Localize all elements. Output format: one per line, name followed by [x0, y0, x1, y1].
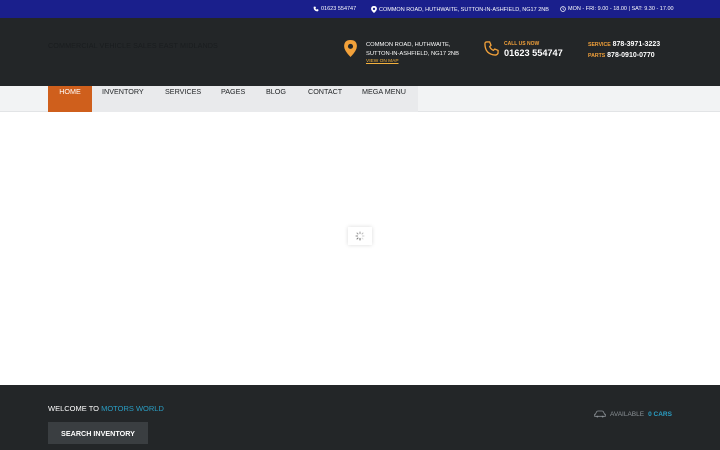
- nav-blog[interactable]: BLOG: [266, 86, 286, 112]
- topbar-address-text: COMMON ROAD, HUTHWAITE, SUTTON-IN-ASHFIE…: [379, 6, 549, 13]
- available-label: AVAILABLE: [610, 410, 645, 418]
- topbar-hours: MON - FRI: 9.00 - 18.00 | SAT: 9.30 - 17…: [560, 6, 674, 12]
- welcome-prefix: WELCOME TO: [48, 404, 99, 413]
- address-line-2: SUTTON-IN-ASHFIELD, NG17 2NB: [366, 51, 459, 57]
- map-pin-icon: [371, 6, 377, 13]
- available-cars[interactable]: AVAILABLE 0 CARS: [594, 410, 672, 418]
- topbar-phone-text: 01623 554747: [321, 6, 357, 12]
- welcome-text: WELCOME TO MOTORS WORLD: [48, 404, 164, 413]
- nav-pages[interactable]: PAGES: [221, 86, 245, 112]
- topbar-phone[interactable]: 01623 554747: [313, 6, 356, 12]
- site-name[interactable]: COMMERCIAL VEHICLE SALES EAST MIDLANDS: [48, 41, 218, 50]
- view-on-map-link[interactable]: VIEW ON MAP: [366, 59, 399, 64]
- car-icon: [594, 410, 606, 418]
- nav-inventory[interactable]: INVENTORY: [102, 86, 144, 112]
- clock-icon: [560, 6, 566, 12]
- available-count: 0 CARS: [648, 410, 672, 418]
- welcome-brand: MOTORS WORLD: [101, 404, 164, 413]
- parts-number[interactable]: 878-0910-0770: [607, 52, 655, 59]
- spinner-icon: [355, 231, 365, 241]
- top-bar: 01623 554747 COMMON ROAD, HUTHWAITE, SUT…: [0, 0, 720, 18]
- nav-home[interactable]: HOME: [48, 86, 92, 112]
- header-address: COMMON ROAD, HUTHWAITE, SUTTON-IN-ASHFIE…: [366, 41, 476, 59]
- loading-spinner: [348, 227, 372, 245]
- topbar-address[interactable]: COMMON ROAD, HUTHWAITE, SUTTON-IN-ASHFIE…: [371, 6, 549, 13]
- nav-contact[interactable]: CONTACT: [308, 86, 342, 112]
- address-line-1: COMMON ROAD, HUTHWAITE,: [366, 42, 451, 48]
- parts-label: PARTS: [588, 53, 606, 59]
- location-pin-icon: [344, 40, 357, 57]
- search-inventory-button[interactable]: SEARCH INVENTORY: [48, 422, 148, 444]
- service-label: SERVICE: [588, 42, 611, 48]
- phone-icon: [313, 6, 319, 12]
- service-row: SERVICE 878-3971-3223: [588, 41, 660, 52]
- phone-icon: [484, 41, 499, 56]
- footer-bar: WELCOME TO MOTORS WORLD SEARCH INVENTORY…: [0, 385, 720, 450]
- nav-services[interactable]: SERVICES: [165, 86, 201, 112]
- service-number[interactable]: 878-3971-3223: [613, 41, 661, 48]
- call-number[interactable]: 01623 554747: [504, 48, 563, 58]
- call-label: CALL US NOW: [504, 41, 540, 47]
- parts-row: PARTS 878-0910-0770: [588, 52, 660, 63]
- header-service-parts: SERVICE 878-3971-3223 PARTS 878-0910-077…: [588, 41, 660, 63]
- topbar-hours-text: MON - FRI: 9.00 - 18.00 | SAT: 9.30 - 17…: [568, 6, 674, 12]
- nav-mega-menu[interactable]: MEGA MENU: [362, 86, 406, 112]
- main-nav: HOME INVENTORY SERVICES PAGES BLOG CONTA…: [0, 86, 720, 112]
